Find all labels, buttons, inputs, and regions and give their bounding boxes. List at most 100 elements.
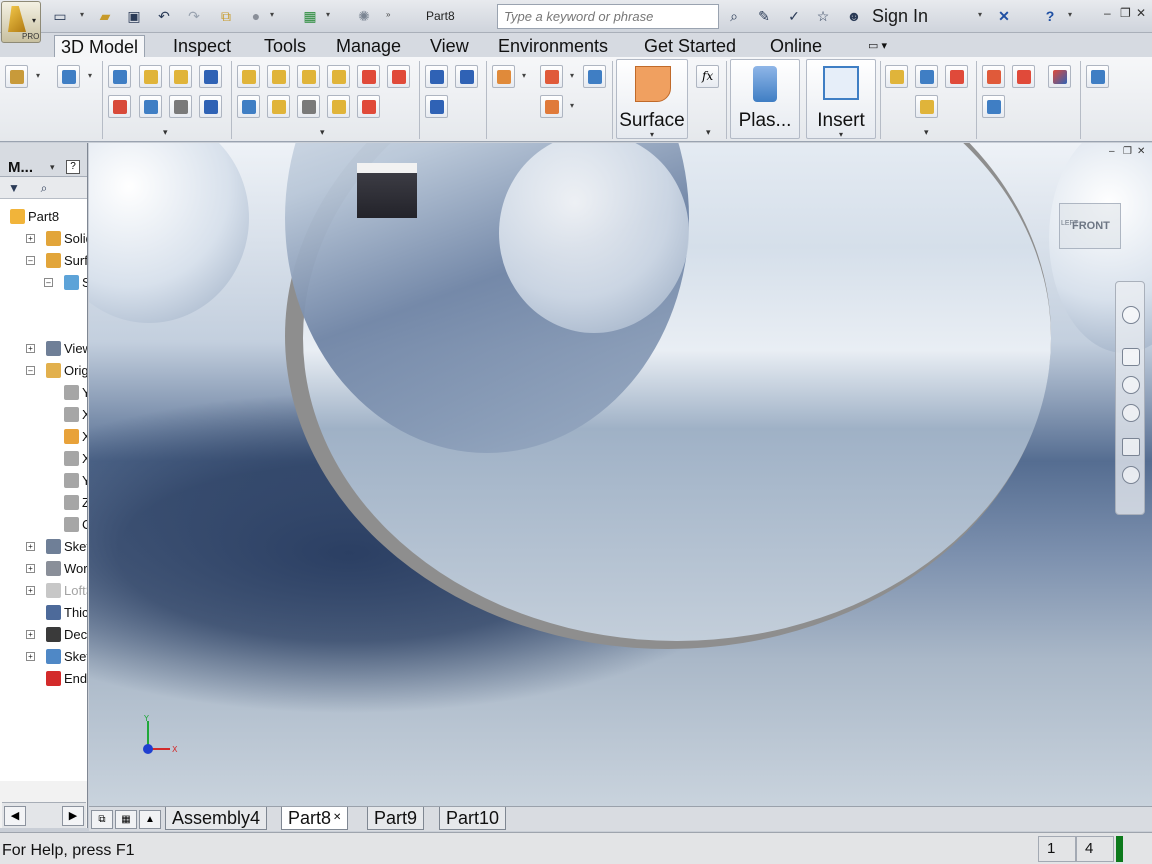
- chevron-down-icon[interactable]: ▾: [522, 71, 526, 80]
- chevron-down-icon[interactable]: ▾: [88, 71, 92, 80]
- fillet-button[interactable]: [267, 65, 290, 88]
- document-tab-part10[interactable]: Part10: [439, 807, 507, 830]
- tree-node[interactable]: Y: [0, 471, 87, 491]
- tab-view[interactable]: View: [424, 35, 475, 57]
- application-menu-button[interactable]: PRO ▾: [1, 1, 41, 43]
- surface-button[interactable]: Surface ▾: [616, 59, 688, 139]
- work-plane-button[interactable]: [492, 65, 515, 88]
- tree-node[interactable]: + Solid B: [0, 229, 87, 249]
- tab-online[interactable]: Online: [764, 35, 828, 57]
- derive-button[interactable]: [199, 95, 222, 118]
- expand-toggle-icon[interactable]: +: [26, 586, 35, 595]
- tree-node[interactable]: XZ: [0, 405, 87, 425]
- split-button[interactable]: [387, 65, 410, 88]
- chevron-down-icon[interactable]: ▾: [978, 10, 982, 19]
- rib-button[interactable]: [297, 95, 320, 118]
- light-icon[interactable]: [1122, 466, 1140, 484]
- tile-icon[interactable]: ▦: [115, 810, 137, 829]
- work-axis-button[interactable]: [540, 65, 563, 88]
- direct-edit-button[interactable]: [327, 95, 350, 118]
- help-icon[interactable]: ?: [1040, 6, 1060, 26]
- save-icon[interactable]: ▣: [124, 6, 144, 26]
- wrench-icon[interactable]: ✎: [754, 6, 774, 26]
- sweep-button[interactable]: [169, 65, 192, 88]
- tree-node[interactable]: + Decal: [0, 625, 87, 645]
- expand-toggle-icon[interactable]: +: [26, 564, 35, 573]
- open-icon[interactable]: ▰: [95, 6, 115, 26]
- area-button[interactable]: [915, 95, 938, 118]
- box-primitive-button[interactable]: [57, 65, 80, 88]
- chevron-down-icon[interactable]: ▾: [326, 10, 330, 19]
- tab-tools[interactable]: Tools: [258, 35, 312, 57]
- steering-wheel-icon[interactable]: [1122, 306, 1140, 324]
- chevron-down-icon[interactable]: ▾: [570, 101, 574, 110]
- search-input[interactable]: Type a keyword or phrase: [497, 4, 719, 29]
- minimize-icon[interactable]: –: [1104, 6, 1111, 20]
- tree-node[interactable]: Z: [0, 493, 87, 513]
- angle-button[interactable]: [915, 65, 938, 88]
- chevron-down-icon[interactable]: ▾: [706, 127, 711, 138]
- combine-button[interactable]: [357, 65, 380, 88]
- orbit-icon[interactable]: [1122, 404, 1140, 422]
- pan-icon[interactable]: [1122, 348, 1140, 366]
- tree-node[interactable]: YZ: [0, 383, 87, 403]
- chevron-down-icon[interactable]: ▾: [50, 162, 55, 173]
- tree-node[interactable]: – Surfac: [0, 251, 87, 271]
- return-icon[interactable]: ⧉: [216, 6, 236, 26]
- revolve-button[interactable]: [139, 65, 162, 88]
- chevron-down-icon[interactable]: ▾: [80, 10, 84, 19]
- expand-toggle-icon[interactable]: +: [26, 234, 35, 243]
- document-tab-part9[interactable]: Part9: [367, 807, 425, 830]
- minimize-icon[interactable]: –: [1109, 146, 1115, 157]
- restore-icon[interactable]: ❐: [1123, 146, 1132, 157]
- chevron-down-icon[interactable]: ▾: [570, 71, 574, 80]
- emboss-button[interactable]: [139, 95, 162, 118]
- document-tab-assembly4[interactable]: Assembly4: [165, 807, 268, 830]
- finish-button[interactable]: [1086, 65, 1109, 88]
- exchange-icon[interactable]: ✕: [994, 6, 1014, 26]
- tab-manage[interactable]: Manage: [330, 35, 407, 57]
- material-icon[interactable]: ▦: [300, 6, 320, 26]
- region-button[interactable]: [945, 65, 968, 88]
- undo-icon[interactable]: ↶: [154, 6, 174, 26]
- circular-pattern-button[interactable]: [425, 95, 448, 118]
- spring-button[interactable]: [169, 95, 192, 118]
- restore-icon[interactable]: ❐: [1120, 6, 1131, 20]
- chevron-down-icon[interactable]: ▾: [924, 127, 929, 138]
- tree-node[interactable]: + Sketc: [0, 647, 87, 667]
- select-icon[interactable]: ●: [246, 6, 266, 26]
- find-icon[interactable]: ⌕: [34, 178, 54, 198]
- graphics-viewport[interactable]: – ❐ ✕ LEFT FRONT Y X: [89, 143, 1152, 806]
- tree-node[interactable]: + Sketc: [0, 537, 87, 557]
- convert-button[interactable]: [982, 65, 1005, 88]
- measure-button[interactable]: [885, 65, 908, 88]
- expand-toggle-icon[interactable]: +: [26, 542, 35, 551]
- chevron-down-icon[interactable]: ▾: [270, 10, 274, 19]
- coil-button[interactable]: [108, 95, 131, 118]
- tree-node[interactable]: XY: [0, 427, 87, 447]
- mirror-button[interactable]: [455, 65, 478, 88]
- expand-toggle-icon[interactable]: –: [26, 366, 35, 375]
- expand-toggle-icon[interactable]: +: [26, 344, 35, 353]
- thread-button[interactable]: [267, 95, 290, 118]
- expand-toggle-icon[interactable]: +: [26, 630, 35, 639]
- thicken-button[interactable]: [357, 95, 380, 118]
- favorites-icon[interactable]: ✓: [784, 6, 804, 26]
- browser-help-icon[interactable]: ?: [66, 160, 80, 174]
- tree-node[interactable]: X: [0, 449, 87, 469]
- tab-list-icon[interactable]: ▲: [139, 810, 161, 829]
- tree-node[interactable]: Ce: [0, 515, 87, 535]
- chevron-down-icon[interactable]: ▾: [36, 71, 40, 80]
- hole-button[interactable]: [237, 65, 260, 88]
- expand-toggle-icon[interactable]: –: [26, 256, 35, 265]
- zoom-icon[interactable]: [1122, 376, 1140, 394]
- sketch-tool-button[interactable]: [5, 65, 28, 88]
- appearance-icon[interactable]: ✺: [354, 6, 374, 26]
- tab-get-started[interactable]: Get Started: [638, 35, 742, 57]
- chevron-down-icon[interactable]: ▾: [320, 127, 325, 138]
- chamfer-button[interactable]: [297, 65, 320, 88]
- chevron-down-icon[interactable]: ▾: [163, 127, 168, 138]
- work-point-button[interactable]: [540, 95, 563, 118]
- tree-node[interactable]: + Work: [0, 559, 87, 579]
- close-tab-icon[interactable]: ✕: [333, 812, 341, 823]
